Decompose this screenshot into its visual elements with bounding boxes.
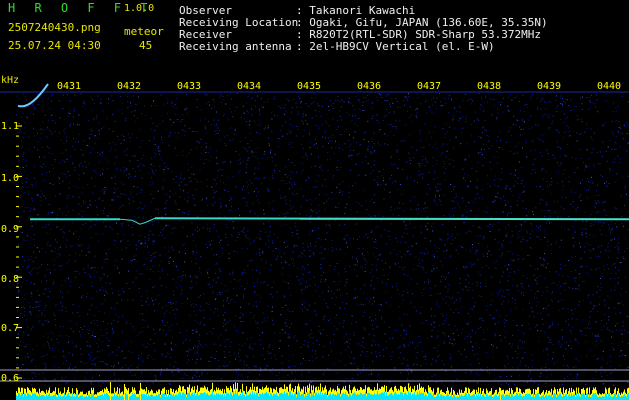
y-axis-ticks bbox=[16, 125, 22, 379]
freq-label: 0.8 bbox=[1, 274, 20, 285]
signal-level-meter bbox=[16, 382, 629, 400]
time-tick: 0437 bbox=[417, 81, 442, 92]
time-tick: 0439 bbox=[537, 81, 562, 92]
axis-unit-label: kHz bbox=[1, 75, 20, 86]
spectrogram-window: H R O F F T 1.0.0 2507240430.png meteor … bbox=[0, 0, 629, 400]
time-tick: 0433 bbox=[177, 81, 202, 92]
time-tick: 0436 bbox=[357, 81, 382, 92]
mode-label: meteor bbox=[124, 25, 164, 38]
spectrogram-canvas bbox=[0, 83, 629, 400]
freq-label: 1.1 bbox=[1, 121, 20, 132]
time-tick: 0440 bbox=[597, 81, 622, 92]
freq-label: 0.6 bbox=[1, 373, 20, 384]
file-name: 2507240430.png bbox=[8, 21, 101, 34]
time-tick: 0435 bbox=[297, 81, 322, 92]
noise-field bbox=[16, 93, 629, 386]
antenna-value: : 2el-HB9CV Vertical (el. E-W) bbox=[296, 40, 495, 53]
time-tick: 0438 bbox=[477, 81, 502, 92]
time-tick: 0432 bbox=[117, 81, 142, 92]
app-version: 1.0.0 bbox=[124, 3, 155, 14]
time-tick: 0434 bbox=[237, 81, 262, 92]
freq-label: 1.0 bbox=[1, 173, 20, 184]
freq-label: 0.9 bbox=[1, 224, 20, 235]
freq-label: 0.7 bbox=[1, 323, 20, 334]
meteor-count: 45 bbox=[139, 39, 153, 52]
antenna-label: Receiving antenna bbox=[179, 40, 292, 53]
datetime: 25.07.24 04:30 bbox=[8, 39, 101, 52]
meteor-trail bbox=[17, 83, 49, 108]
time-tick: 0431 bbox=[57, 81, 82, 92]
